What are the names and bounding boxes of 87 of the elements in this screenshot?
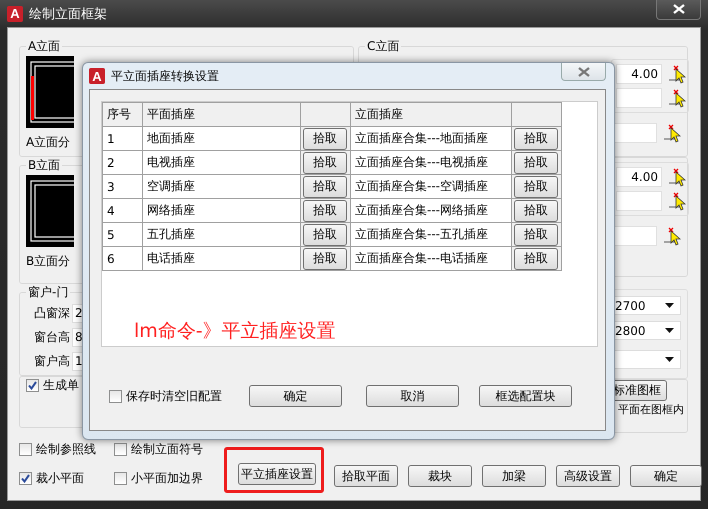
table-cell: 5	[102, 222, 142, 246]
table-cell: 五孔插座	[142, 222, 300, 246]
group-label: 窗户-门	[27, 284, 70, 301]
pick-button[interactable]: 拾取	[303, 176, 347, 198]
action-button[interactable]: 裁块	[408, 465, 472, 487]
table-cell: 6	[102, 246, 142, 270]
table-cell: 网络插座	[142, 198, 300, 222]
group-label: A立面	[27, 38, 62, 55]
table-cell: 立面插座合集---电视插座	[350, 150, 512, 174]
app-logo: A	[89, 68, 105, 84]
app-logo: A	[7, 6, 23, 22]
checkbox[interactable]	[19, 472, 32, 485]
input-field[interactable]	[616, 191, 662, 211]
dialog-button[interactable]: 取消	[366, 385, 459, 407]
table-cell: 地面插座	[142, 126, 300, 150]
pick-button[interactable]: 拾取	[514, 152, 558, 174]
input-field[interactable]: 4.00	[616, 64, 662, 84]
checkbox[interactable]	[19, 443, 32, 456]
pick-button[interactable]: 拾取	[514, 248, 558, 270]
dropdown-value: 2700	[615, 298, 646, 312]
pick-button[interactable]: 拾取	[514, 176, 558, 198]
pick-button[interactable]: 拾取	[303, 224, 347, 246]
caret-icon	[665, 357, 674, 362]
column-header: 平面插座	[142, 102, 300, 126]
checkbox-label: 绘制参照线	[36, 441, 96, 458]
table-cell: 立面插座合集---地面插座	[350, 126, 512, 150]
table-cell: 3	[102, 174, 142, 198]
table-cell: 电视插座	[142, 150, 300, 174]
caret-icon	[665, 303, 674, 308]
action-button[interactable]: 平立插座设置	[238, 463, 316, 485]
divider-label: B立面分	[26, 253, 70, 270]
group-label: C立面	[366, 38, 400, 55]
table-cell: 立面插座合集---五孔插座	[350, 222, 512, 246]
window-title: 绘制立面框架	[29, 6, 108, 22]
cursor-pick-icon[interactable]	[668, 64, 686, 84]
pick-button[interactable]: 拾取	[303, 248, 347, 270]
action-button[interactable]: 加梁	[482, 465, 546, 487]
checkbox-label: 裁小平面	[36, 470, 84, 487]
cursor-pick-icon[interactable]	[663, 123, 681, 143]
table-cell: 立面插座合集---电话插座	[350, 246, 512, 270]
annotation-text: lm命令-》平立插座设置	[134, 319, 336, 344]
action-button[interactable]: 高级设置	[556, 465, 620, 487]
close-button[interactable]	[656, 0, 701, 20]
action-button[interactable]: 确定	[630, 465, 702, 487]
dialog-button[interactable]: 框选配置块	[479, 385, 572, 407]
checkbox-label: 生成单	[43, 377, 79, 394]
table-cell: 2	[102, 150, 142, 174]
cursor-pick-icon[interactable]	[668, 167, 686, 187]
divider-label: A立面分	[26, 134, 70, 151]
cursor-pick-icon[interactable]	[663, 226, 681, 246]
pick-button[interactable]: 拾取	[514, 200, 558, 222]
pick-button[interactable]: 拾取	[303, 128, 347, 150]
checkbox[interactable]	[26, 379, 39, 392]
table-cell: 4	[102, 198, 142, 222]
table-cell: 立面插座合集---网络插座	[350, 198, 512, 222]
input-field[interactable]: 4.00	[616, 167, 662, 187]
input-field[interactable]	[616, 88, 662, 108]
pick-button[interactable]: 拾取	[514, 128, 558, 150]
checkbox-label: 保存时清空旧配置	[126, 388, 222, 404]
checkbox[interactable]	[114, 472, 127, 485]
checkbox-label: 绘制立面符号	[131, 441, 203, 458]
group-label: B立面	[27, 157, 62, 174]
table-cell: 立面插座合集---空调插座	[350, 174, 512, 198]
close-icon	[578, 66, 590, 76]
column-header: 序号	[102, 102, 142, 126]
caret-icon	[665, 328, 674, 333]
dialog-title: 平立面插座转换设置	[111, 68, 220, 84]
pick-button[interactable]: 拾取	[303, 200, 347, 222]
checkbox[interactable]	[114, 443, 127, 456]
pick-button[interactable]: 拾取	[514, 224, 558, 246]
checkbox[interactable]	[109, 390, 122, 402]
action-button[interactable]: 拾取平面	[334, 465, 398, 487]
table-cell: 1	[102, 126, 142, 150]
table-cell: 电话插座	[142, 246, 300, 270]
dialog-button[interactable]: 确定	[249, 385, 342, 407]
pick-button[interactable]: 拾取	[303, 152, 347, 174]
dropdown-value: 2800	[615, 324, 646, 338]
field-label: 窗台高	[33, 328, 70, 346]
column-header: 立面插座	[350, 102, 512, 126]
close-icon	[672, 4, 684, 14]
field-label: 窗户高	[33, 352, 70, 370]
note-text: 平面在图框内	[618, 402, 684, 417]
field-label: 凸窗深	[33, 304, 70, 322]
cursor-pick-icon[interactable]	[668, 88, 686, 108]
checkbox-label: 小平面加边界	[131, 470, 203, 487]
cursor-pick-icon[interactable]	[668, 191, 686, 211]
table-cell: 空调插座	[142, 174, 300, 198]
